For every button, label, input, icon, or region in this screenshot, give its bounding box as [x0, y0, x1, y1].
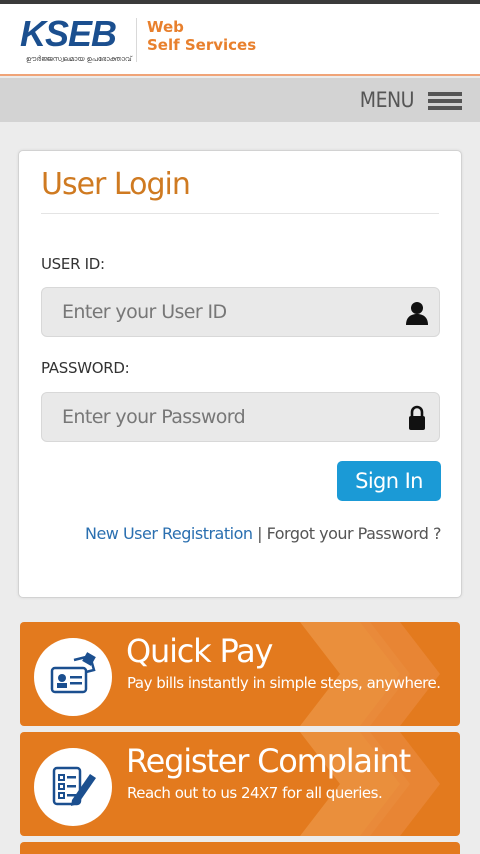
lock-icon: [409, 405, 425, 430]
password-field: [41, 392, 440, 442]
user-id-field: [41, 287, 440, 337]
header-divider: [136, 18, 137, 62]
title-divider: [41, 213, 439, 214]
user-id-label: USER ID:: [41, 255, 105, 273]
login-card: User Login USER ID: PASSWORD: Sign In Ne…: [18, 150, 462, 598]
register-complaint-title: Register Complaint: [126, 742, 411, 780]
menu-button[interactable]: MENU: [360, 86, 462, 114]
brand-line-2: Self Services: [147, 36, 257, 54]
auth-links: New User Registration | Forgot your Pass…: [85, 524, 442, 543]
brand-line-1: Web: [147, 18, 184, 36]
register-complaint-subtitle: Reach out to us 24X7 for all queries.: [127, 784, 383, 802]
checklist-pen-icon: [52, 766, 96, 806]
brand-title: Web Self Services: [147, 18, 256, 54]
complaint-icon-circle: [34, 748, 112, 826]
logo-tagline: ഊർജ്ജസ്വലമായ ഉപഭോക്താവ്: [26, 55, 132, 63]
hamburger-icon: [428, 89, 462, 111]
quick-pay-title: Quick Pay: [126, 632, 273, 670]
links-separator: |: [257, 524, 262, 543]
sign-in-button[interactable]: Sign In: [337, 461, 441, 501]
quick-pay-tile[interactable]: Quick Pay Pay bills instantly in simple …: [20, 622, 460, 726]
forgot-password-link[interactable]: Forgot your Password ?: [267, 524, 442, 543]
kseb-logo[interactable]: KSEB ഊർജ്ജസ്വലമായ ഉപഭോക്താവ്: [20, 13, 132, 64]
logo-wordmark: KSEB: [20, 13, 117, 54]
card-payment-icon: [50, 652, 96, 694]
site-header: KSEB ഊർജ്ജസ്വലമായ ഉപഭോക്താവ് Web Self Se…: [0, 4, 480, 76]
register-complaint-tile[interactable]: Register Complaint Reach out to us 24X7 …: [20, 732, 460, 836]
user-icon: [406, 302, 428, 325]
login-title: User Login: [41, 167, 191, 202]
menu-label: MENU: [359, 88, 415, 112]
password-label: PASSWORD:: [41, 359, 130, 377]
new-user-registration-link[interactable]: New User Registration: [85, 524, 253, 543]
menu-bar: MENU: [0, 78, 480, 122]
user-id-input[interactable]: [42, 288, 439, 336]
next-service-tile[interactable]: [20, 842, 460, 854]
quick-pay-subtitle: Pay bills instantly in simple steps, any…: [127, 674, 441, 692]
password-input[interactable]: [42, 393, 439, 441]
quick-pay-icon-circle: [34, 638, 112, 716]
